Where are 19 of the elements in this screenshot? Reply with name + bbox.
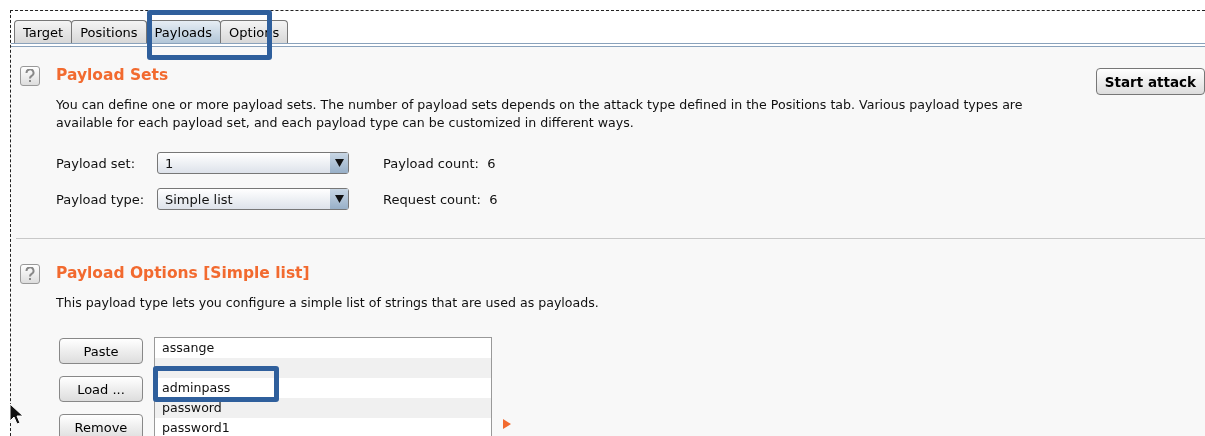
- list-button[interactable]: Paste: [59, 338, 143, 364]
- tab[interactable]: Target: [14, 20, 73, 43]
- dropdown[interactable]: Simple list: [157, 188, 349, 210]
- section-description: This payload type lets you configure a simple list of strings that are used as payloads.: [56, 294, 600, 312]
- list-item[interactable]: password1: [155, 418, 491, 436]
- tab[interactable]: Positions: [71, 20, 147, 43]
- field-label: Payload type:: [56, 191, 146, 207]
- list-button[interactable]: Load ...: [59, 376, 143, 402]
- field-label: Payload set:: [56, 155, 137, 171]
- list-button[interactable]: Remove: [59, 414, 143, 436]
- list-item[interactable]: adminpass: [155, 378, 491, 398]
- section-title: Payload Sets: [56, 66, 170, 86]
- list-item[interactable]: assange: [155, 338, 491, 358]
- dropdown[interactable]: 1: [157, 152, 349, 174]
- start-attack-button[interactable]: Start attack: [1095, 68, 1205, 95]
- section-description: You can define one or more payload sets. The number of payload sets depends on the attack type defined in the Positions tab. Various payload types are available for each payload set, and each payload type can be customized in different ways.: [56, 96, 1024, 132]
- count-label: Payload count: 6: [383, 155, 496, 171]
- count-label: Request count: 6: [383, 191, 498, 207]
- section-title: Payload Options [Simple list]: [56, 264, 311, 284]
